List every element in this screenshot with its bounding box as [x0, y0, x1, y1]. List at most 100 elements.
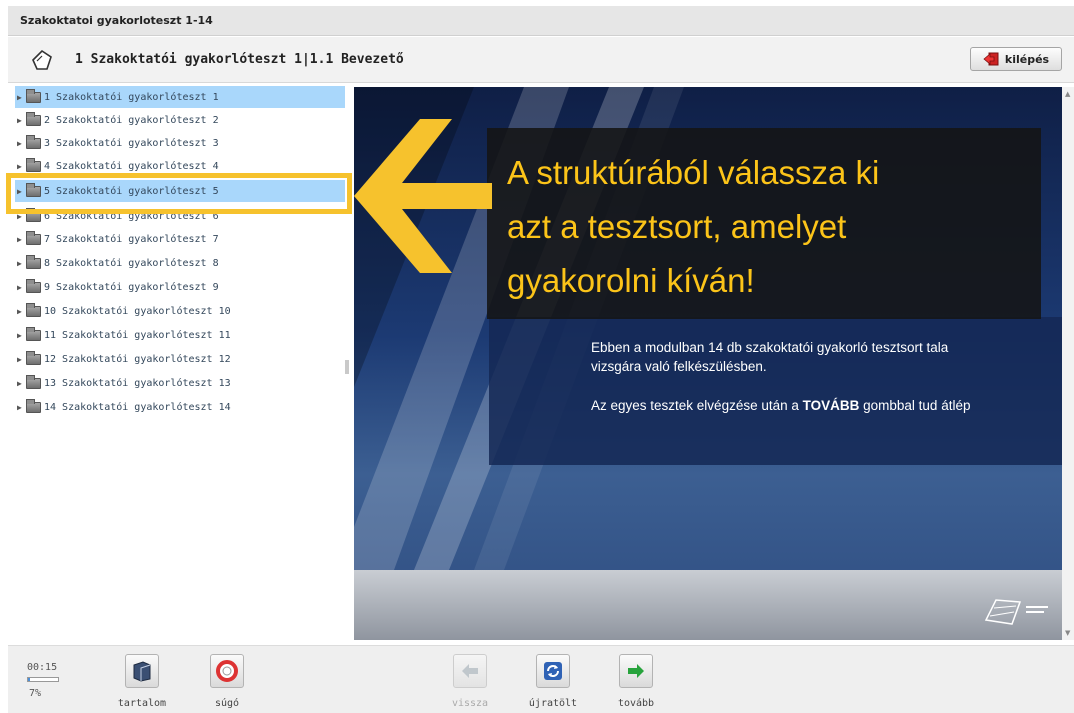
tree-item[interactable]: ▶ 5 Szakoktatói gyakorlóteszt 5	[15, 180, 345, 202]
folder-icon	[26, 278, 41, 293]
folder-icon	[26, 302, 41, 317]
folder-icon	[26, 111, 41, 126]
contents-button[interactable]	[125, 654, 159, 688]
exit-icon	[983, 52, 999, 66]
callout-line: azt a tesztsort, amelyet	[507, 208, 847, 245]
header-bar: 1 Szakoktatói gyakorlóteszt 1|1.1 Beveze…	[8, 37, 1074, 83]
expand-arrow-icon[interactable]: ▶	[17, 162, 25, 171]
tree-item[interactable]: ▶ 4 Szakoktatói gyakorlóteszt 4	[15, 155, 345, 177]
tree-item[interactable]: ▶ 2 Szakoktatói gyakorlóteszt 2	[15, 109, 345, 131]
tree-item-label: 11 Szakoktatói gyakorlóteszt 11	[44, 329, 231, 341]
folder-icon	[26, 326, 41, 341]
expand-arrow-icon[interactable]: ▶	[17, 93, 25, 102]
tree-item[interactable]: ▶ 14 Szakoktatói gyakorlóteszt 14	[15, 396, 345, 418]
structure-tree: ▶ 1 Szakoktatói gyakorlóteszt 1 ▶ 2 Szak…	[8, 83, 348, 643]
intro-text: Ebben a modulban 14 db szakoktatói gyako…	[591, 338, 1061, 415]
tree-item[interactable]: ▶ 12 Szakoktatói gyakorlóteszt 12	[15, 348, 345, 370]
tree-item-label: 13 Szakoktatói gyakorlóteszt 13	[44, 377, 231, 389]
folder-icon	[26, 374, 41, 389]
tree-item[interactable]: ▶ 6 Szakoktatói gyakorlóteszt 6	[15, 205, 345, 227]
book-icon	[133, 661, 151, 682]
next-button[interactable]	[619, 654, 653, 688]
tree-item-label: 3 Szakoktatói gyakorlóteszt 3	[44, 137, 219, 149]
contents-label: tartalom	[117, 698, 167, 709]
content-scrollbar[interactable]: ▲ ▼	[1062, 87, 1074, 640]
expand-arrow-icon[interactable]: ▶	[17, 259, 25, 268]
expand-arrow-icon[interactable]: ▶	[17, 235, 25, 244]
tree-item-label: 4 Szakoktatói gyakorlóteszt 4	[44, 160, 219, 172]
progress-bar	[27, 677, 59, 682]
help-button[interactable]	[210, 654, 244, 688]
expand-arrow-icon[interactable]: ▶	[17, 116, 25, 125]
back-label: vissza	[451, 698, 489, 709]
reload-button[interactable]	[536, 654, 570, 688]
tree-item[interactable]: ▶ 1 Szakoktatói gyakorlóteszt 1	[15, 86, 345, 108]
tree-item[interactable]: ▶ 10 Szakoktatói gyakorlóteszt 10	[15, 300, 345, 322]
tree-item-label: 12 Szakoktatói gyakorlóteszt 12	[44, 353, 231, 365]
slide-footer-band	[354, 570, 1062, 640]
reload-label: újratölt	[528, 698, 578, 709]
tree-item[interactable]: ▶ 7 Szakoktatói gyakorlóteszt 7	[15, 228, 345, 250]
arrow-left-icon	[462, 664, 478, 678]
folder-icon	[26, 398, 41, 413]
exit-button[interactable]: kilépés	[970, 47, 1062, 71]
arrow-right-icon	[628, 664, 644, 678]
folder-icon	[26, 207, 41, 222]
pane-splitter[interactable]	[345, 360, 349, 374]
folder-icon	[26, 350, 41, 365]
intro-bold-word: TOVÁBB	[802, 398, 860, 413]
tree-item[interactable]: ▶ 13 Szakoktatói gyakorlóteszt 13	[15, 372, 345, 394]
folder-icon	[26, 134, 41, 149]
tree-item-label: 2 Szakoktatói gyakorlóteszt 2	[44, 114, 219, 126]
footer-bar: 00:15 7% tartalom súgó vissza újratölt t…	[8, 645, 1074, 713]
tree-item[interactable]: ▶ 3 Szakoktatói gyakorlóteszt 3	[15, 132, 345, 154]
exit-label: kilépés	[1004, 52, 1050, 66]
next-label: tovább	[617, 698, 655, 709]
folder-icon	[26, 88, 41, 103]
home-icon[interactable]	[29, 47, 55, 73]
lifebuoy-icon	[216, 660, 238, 682]
expand-arrow-icon[interactable]: ▶	[17, 379, 25, 388]
help-label: súgó	[214, 698, 240, 709]
intro-line: vizsgára való felkészülésben.	[591, 359, 767, 374]
organization-logo-icon	[984, 599, 1048, 625]
callout-box: A struktúrából válassza ki azt a tesztso…	[487, 128, 1041, 319]
tree-item-label: 5 Szakoktatói gyakorlóteszt 5	[44, 185, 219, 197]
scroll-down-icon[interactable]: ▼	[1065, 629, 1070, 637]
reload-icon	[544, 662, 562, 680]
back-button[interactable]	[453, 654, 487, 688]
tree-item-label: 14 Szakoktatói gyakorlóteszt 14	[44, 401, 231, 413]
intro-line: Ebben a modulban 14 db szakoktatói gyako…	[591, 340, 949, 355]
intro-line: gombbal tud átlép	[859, 398, 971, 413]
tree-item-label: 9 Szakoktatói gyakorlóteszt 9	[44, 281, 219, 293]
expand-arrow-icon[interactable]: ▶	[17, 307, 25, 316]
callout-line: gyakorolni kíván!	[507, 262, 755, 299]
window-title: Szakoktatoi gyakorloteszt 1-14	[8, 6, 1074, 36]
folder-icon	[26, 182, 41, 197]
expand-arrow-icon[interactable]: ▶	[17, 283, 25, 292]
tree-item-label: 7 Szakoktatói gyakorlóteszt 7	[44, 233, 219, 245]
expand-arrow-icon[interactable]: ▶	[17, 139, 25, 148]
progress-percent: 7%	[29, 688, 42, 699]
expand-arrow-icon[interactable]: ▶	[17, 355, 25, 364]
elapsed-time: 00:15	[27, 662, 58, 673]
breadcrumb: 1 Szakoktatói gyakorlóteszt 1|1.1 Beveze…	[75, 52, 404, 67]
progress-fill	[28, 678, 31, 681]
intro-line: Az egyes tesztek elvégzése után a	[591, 398, 803, 413]
tree-item[interactable]: ▶ 8 Szakoktatói gyakorlóteszt 8	[15, 252, 345, 274]
tree-item[interactable]: ▶ 11 Szakoktatói gyakorlóteszt 11	[15, 324, 345, 346]
folder-icon	[26, 254, 41, 269]
expand-arrow-icon[interactable]: ▶	[17, 403, 25, 412]
tree-item[interactable]: ▶ 9 Szakoktatói gyakorlóteszt 9	[15, 276, 345, 298]
tree-item-label: 8 Szakoktatói gyakorlóteszt 8	[44, 257, 219, 269]
tree-item-label: 6 Szakoktatói gyakorlóteszt 6	[44, 210, 219, 222]
scroll-up-icon[interactable]: ▲	[1065, 90, 1070, 98]
folder-icon	[26, 157, 41, 172]
callout-line: A struktúrából válassza ki	[507, 154, 880, 191]
expand-arrow-icon[interactable]: ▶	[17, 187, 25, 196]
expand-arrow-icon[interactable]: ▶	[17, 212, 25, 221]
tree-item-label: 1 Szakoktatói gyakorlóteszt 1	[44, 91, 219, 103]
tree-item-label: 10 Szakoktatói gyakorlóteszt 10	[44, 305, 231, 317]
folder-icon	[26, 230, 41, 245]
expand-arrow-icon[interactable]: ▶	[17, 331, 25, 340]
